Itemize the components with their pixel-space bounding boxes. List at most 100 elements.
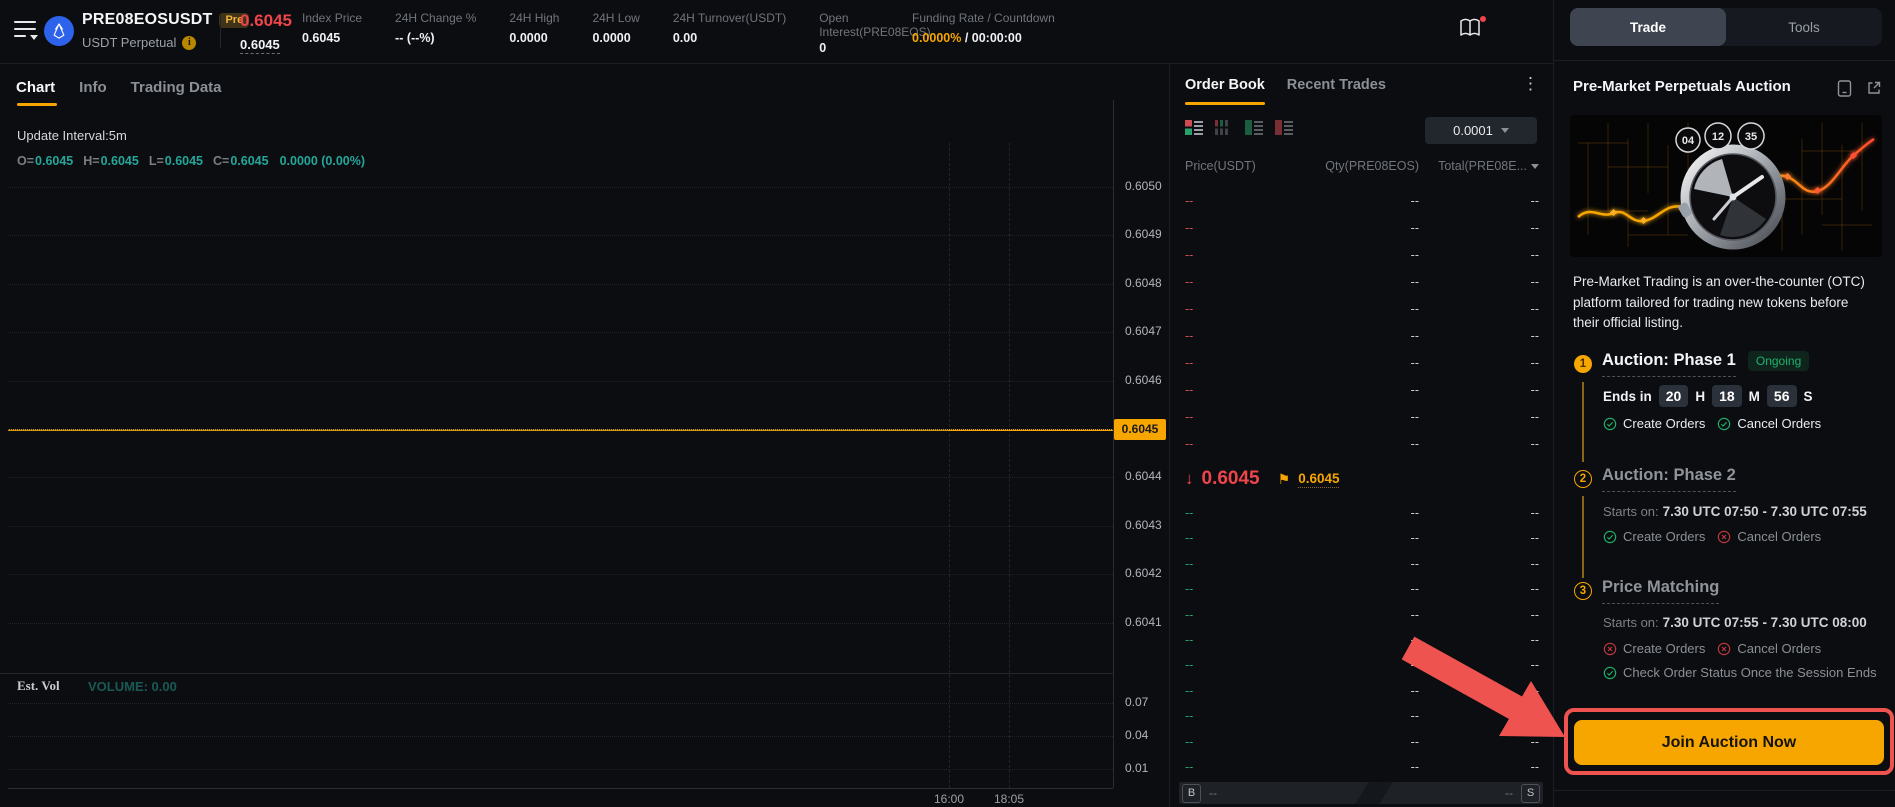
price-gridline [8,284,1113,285]
bid-row[interactable]: ------ [1169,551,1553,576]
bid-row[interactable]: ------ [1169,678,1553,703]
permission-text: Create Orders [1623,416,1705,431]
permission-text: Check Order Status Once the Session Ends [1623,665,1877,680]
row-total: -- [1419,557,1539,571]
row-price: -- [1185,709,1323,723]
price-axis[interactable]: 0.60500.60490.60480.60470.60460.60450.60… [1113,63,1169,788]
permission-item: Create Orders [1603,641,1705,656]
row-qty: -- [1323,383,1419,397]
current-price-label: 0.6045 [1114,419,1166,440]
funding-label: Funding Rate / Countdown [912,11,1055,25]
row-qty: -- [1323,410,1419,424]
phase-3-permissions: Create Orders Cancel Orders Check Order St… [1603,641,1891,680]
row-qty: -- [1323,356,1419,370]
row-qty: -- [1323,329,1419,343]
symbol-name[interactable]: PRE08EOSUSDT [82,11,212,29]
bid-row[interactable]: ------ [1169,525,1553,550]
row-price: -- [1185,633,1323,647]
external-link-icon[interactable] [1866,80,1882,96]
tab-tools[interactable]: Tools [1726,8,1882,46]
countdown-minutes: 18 [1712,385,1742,407]
view-bids-icon[interactable] [1245,120,1263,135]
price-gridline [8,381,1113,382]
orderbook-more-icon[interactable]: ⋮ [1522,75,1539,92]
bid-row[interactable]: ------ [1169,704,1553,729]
join-auction-button[interactable]: Join Auction Now [1574,720,1884,765]
flag-icon: ⚑ [1278,471,1291,488]
svg-text:35: 35 [1745,131,1757,143]
ask-row[interactable]: ------ [1169,349,1553,376]
bid-row[interactable]: ------ [1169,653,1553,678]
row-qty: -- [1323,302,1419,316]
tick-size-value: 0.0001 [1453,123,1493,138]
price-gridline [8,429,1113,430]
row-qty: -- [1323,735,1419,749]
tab-recent-trades[interactable]: Recent Trades [1287,77,1386,105]
sell-badge: S [1521,784,1540,803]
row-price: -- [1185,506,1323,520]
guide-doc-icon[interactable] [1837,80,1852,97]
bid-row[interactable]: ------ [1169,576,1553,601]
phase-3-title[interactable]: Price Matching [1602,578,1719,604]
orderbook-flag-price[interactable]: 0.6045 [1298,471,1339,488]
bid-row[interactable]: ------ [1169,729,1553,754]
view-depth-icon[interactable] [1215,120,1233,135]
ask-row[interactable]: ------ [1169,403,1553,430]
permission-text: Create Orders [1623,641,1705,656]
phase-3-number: 3 [1574,582,1592,600]
row-qty: -- [1323,275,1419,289]
cross-circle-icon [1717,530,1731,544]
row-total: -- [1419,302,1539,316]
row-price: -- [1185,383,1323,397]
caret-down-icon [1531,164,1539,169]
bid-row[interactable]: ------ [1169,627,1553,652]
row-qty: -- [1323,582,1419,596]
header-divider [220,15,221,48]
row-price: -- [1185,437,1323,451]
price-gridline [8,332,1113,333]
row-total: -- [1419,329,1539,343]
orderbook-guide-icon[interactable] [1458,17,1486,43]
price-axis-label: 0.6046 [1125,373,1162,387]
auction-description: Pre-Market Trading is an over-the-counte… [1573,272,1875,334]
phase-2-title[interactable]: Auction: Phase 2 [1602,466,1736,492]
ask-row[interactable]: ------ [1169,430,1553,457]
funding-sep: / [961,31,971,45]
bid-row[interactable]: ------ [1169,755,1553,780]
ask-row[interactable]: ------ [1169,322,1553,349]
permission-item: Check Order Status Once the Session Ends [1603,665,1877,680]
info-icon[interactable]: i [182,36,196,50]
row-total: -- [1419,608,1539,622]
chart-panel: Chart Info Trading Data Update Interval:… [0,63,1170,807]
markets-menu-icon[interactable] [14,21,38,41]
header-stat: 24H Change %-- (--%) [395,11,476,45]
auction-title: Pre-Market Perpetuals Auction [1573,78,1791,95]
ask-row[interactable]: ------ [1169,187,1553,214]
price-gridline [8,477,1113,478]
permission-item: Cancel Orders [1717,641,1821,656]
ask-row[interactable]: ------ [1169,376,1553,403]
phase-1-number: 1 [1574,355,1592,373]
price-axis-label: 0.6044 [1125,469,1162,483]
tab-order-book[interactable]: Order Book [1185,77,1265,105]
mark-price[interactable]: 0.6045 [240,37,280,54]
row-qty: -- [1323,760,1419,774]
tick-size-dropdown[interactable]: 0.0001 [1425,117,1537,144]
row-total: -- [1419,221,1539,235]
view-asks-icon[interactable] [1275,120,1293,135]
ask-row[interactable]: ------ [1169,268,1553,295]
last-price: 0.6045 [240,12,292,29]
bid-row[interactable]: ------ [1169,602,1553,627]
view-both-icon[interactable] [1185,120,1203,135]
phase-1-title[interactable]: Auction: Phase 1 [1602,351,1736,377]
ask-row[interactable]: ------ [1169,241,1553,268]
tab-trade[interactable]: Trade [1570,8,1726,46]
ask-row[interactable]: ------ [1169,214,1553,241]
sell-ratio-value: -- [1505,786,1513,800]
row-qty: -- [1323,709,1419,723]
permission-text: Create Orders [1623,529,1705,544]
col-total[interactable]: Total(PRE08E... [1419,159,1539,173]
bid-row[interactable]: ------ [1169,500,1553,525]
price-axis-label: 0.6050 [1125,179,1162,193]
ask-row[interactable]: ------ [1169,295,1553,322]
